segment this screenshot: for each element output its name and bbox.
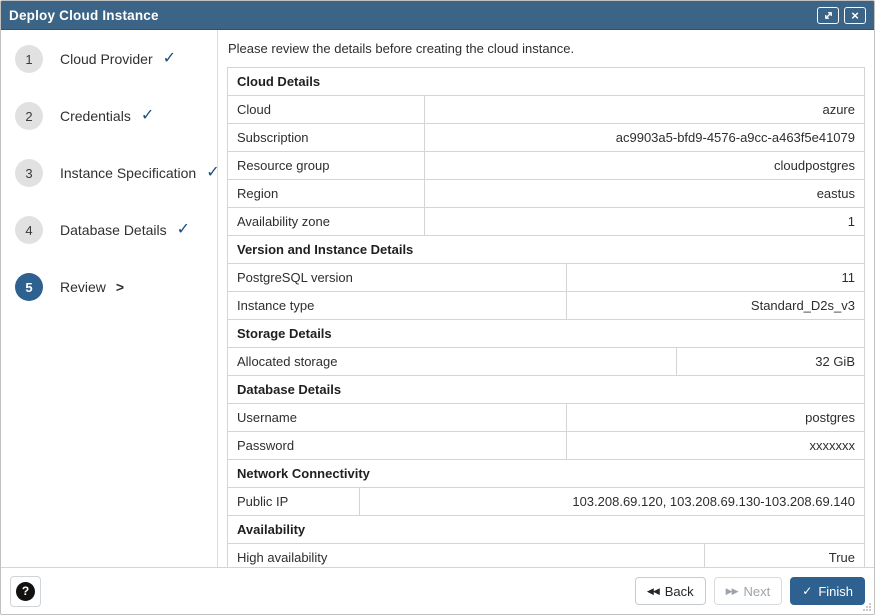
row-label: Region [228, 180, 425, 207]
wizard-step-database-details: 4 Database Details ✓ [15, 216, 217, 244]
section-title: Version and Instance Details [228, 235, 864, 263]
row-label: PostgreSQL version [228, 264, 567, 291]
back-button-label: Back [665, 584, 694, 599]
review-row: Resource groupcloudpostgres [228, 151, 864, 179]
help-icon: ? [16, 582, 35, 601]
next-button-label: Next [744, 584, 771, 599]
row-label: Username [228, 404, 567, 431]
next-icon: ▶▶ [726, 586, 738, 597]
step-done-check-icon: ✓ [177, 222, 190, 238]
review-intro-text: Please review the details before creatin… [228, 41, 865, 56]
step-done-check-icon: ✓ [141, 108, 154, 124]
step-label: Instance Specification [60, 165, 196, 181]
dialog-title: Deploy Cloud Instance [9, 8, 159, 23]
dialog-titlebar: Deploy Cloud Instance × [1, 1, 874, 30]
dialog-body: 1 Cloud Provider ✓ 2 Credentials ✓ 3 Instance S… [1, 30, 874, 567]
step-number-circle: 4 [15, 216, 43, 244]
step-number-circle: 3 [15, 159, 43, 187]
finish-button[interactable]: ✓ Finish [790, 577, 865, 605]
review-row: Subscriptionac9903a5-bfd9-4576-a9cc-a463… [228, 123, 864, 151]
back-icon: ◀◀ [647, 586, 659, 597]
row-label: Availability zone [228, 208, 425, 235]
row-value: azure [425, 96, 864, 123]
section-title: Cloud Details [228, 68, 864, 95]
wizard-step-instance-specification: 3Instance Specification✓ [15, 159, 217, 187]
section-title: Network Connectivity [228, 459, 864, 487]
wizard-step-credentials: 2 Credentials ✓ [15, 102, 217, 130]
step-number-circle: 5 [15, 273, 43, 301]
next-button[interactable]: ▶▶ Next [714, 577, 783, 605]
row-value: 32 GiB [677, 348, 864, 375]
review-row: Allocated storage32 GiB [228, 347, 864, 375]
back-button[interactable]: ◀◀ Back [635, 577, 706, 605]
review-row: Public IP103.208.69.120, 103.208.69.130-… [228, 487, 864, 515]
help-button[interactable]: ? [10, 576, 41, 607]
maximize-button[interactable] [817, 7, 839, 24]
row-value: True [705, 544, 864, 567]
review-row: Instance typeStandard_D2s_v3 [228, 291, 864, 319]
review-row: Cloudazure [228, 95, 864, 123]
row-value: eastus [425, 180, 864, 207]
row-value: 1 [425, 208, 864, 235]
close-icon: × [851, 9, 859, 22]
step-active-chevron-icon: > [116, 280, 124, 294]
row-value: 11 [567, 264, 864, 291]
resize-grip-icon[interactable] [862, 602, 872, 612]
section-title: Availability [228, 515, 864, 543]
review-panel: Please review the details before creatin… [218, 30, 874, 567]
deploy-cloud-instance-dialog: Deploy Cloud Instance × 1 Cloud Provider ✓… [0, 0, 875, 615]
row-value: postgres [567, 404, 864, 431]
review-table: Cloud DetailsCloudazureSubscriptionac990… [227, 67, 865, 567]
step-label: Database Details [60, 222, 167, 238]
row-value: cloudpostgres [425, 152, 864, 179]
row-label: Allocated storage [228, 348, 677, 375]
step-number-circle: 2 [15, 102, 43, 130]
wizard-steps: 1 Cloud Provider ✓ 2 Credentials ✓ 3 Instance S… [1, 30, 218, 567]
row-label: Resource group [228, 152, 425, 179]
wizard-step-cloud-provider: 1 Cloud Provider ✓ [15, 45, 217, 73]
dialog-footer: ? ◀◀ Back ▶▶ Next ✓ Finish [1, 567, 874, 614]
finish-icon: ✓ [802, 584, 812, 598]
finish-button-label: Finish [818, 584, 853, 599]
section-title: Database Details [228, 375, 864, 403]
review-row: Usernamepostgres [228, 403, 864, 431]
close-button[interactable]: × [844, 7, 866, 24]
review-row: Passwordxxxxxxx [228, 431, 864, 459]
step-label: Credentials [60, 108, 131, 124]
maximize-icon [823, 10, 834, 21]
row-value: ac9903a5-bfd9-4576-a9cc-a463f5e41079 [425, 124, 864, 151]
row-label: Subscription [228, 124, 425, 151]
review-row: Availability zone1 [228, 207, 864, 235]
wizard-step-review: 5 Review > [15, 273, 217, 301]
step-label: Cloud Provider [60, 51, 153, 67]
step-done-check-icon: ✓ [163, 51, 176, 67]
review-row: Regioneastus [228, 179, 864, 207]
row-label: Password [228, 432, 567, 459]
row-value: Standard_D2s_v3 [567, 292, 864, 319]
row-label: Public IP [228, 488, 360, 515]
step-number-circle: 1 [15, 45, 43, 73]
step-label: Review [60, 279, 106, 295]
section-title: Storage Details [228, 319, 864, 347]
row-value: xxxxxxx [567, 432, 864, 459]
review-row: High availabilityTrue [228, 543, 864, 567]
row-value: 103.208.69.120, 103.208.69.130-103.208.6… [360, 488, 864, 515]
row-label: High availability [228, 544, 705, 567]
review-row: PostgreSQL version11 [228, 263, 864, 291]
row-label: Cloud [228, 96, 425, 123]
row-label: Instance type [228, 292, 567, 319]
